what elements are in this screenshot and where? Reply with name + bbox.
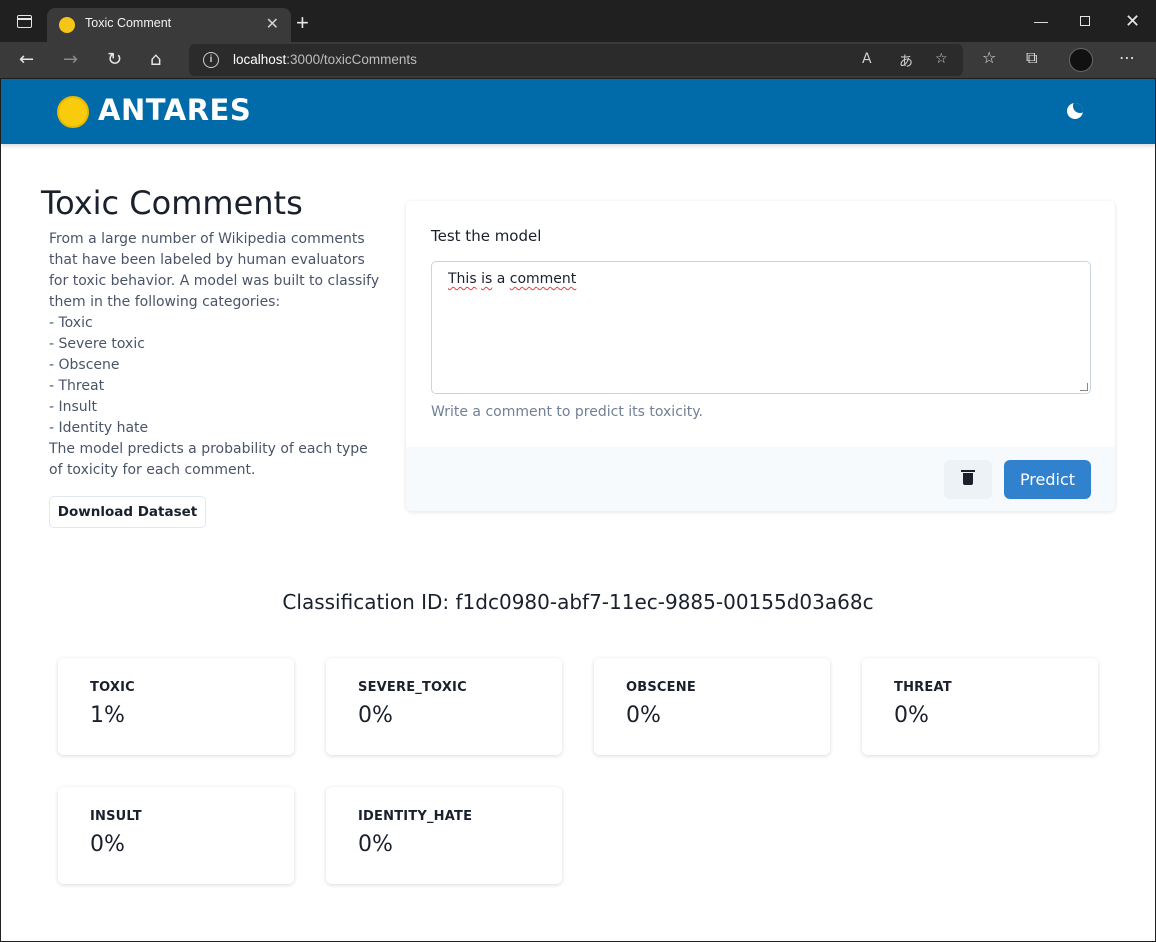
translate-icon[interactable]: あ (899, 51, 913, 71)
comment-word: comment (509, 271, 577, 287)
description-line: that have been labeled by human evaluato… (49, 252, 365, 268)
description-line: - Identity hate (49, 420, 149, 436)
result-label: SEVERE_TOXIC (358, 680, 467, 695)
comment-text: This is a comment (448, 271, 576, 287)
tab-actions-icon[interactable] (17, 15, 32, 28)
description-line: - Threat (49, 378, 105, 394)
forward-arrow-icon[interactable]: → (63, 48, 78, 72)
page-title: Toxic Comments (41, 184, 303, 222)
maximize-button[interactable] (1080, 16, 1090, 26)
app-header: ANTARES (1, 79, 1155, 144)
page-viewport: ANTARES Toxic Comments From a large numb… (1, 79, 1155, 941)
comment-word: This (448, 271, 477, 287)
result-value: 1% (90, 703, 125, 728)
description-line: - Obscene (49, 357, 120, 373)
back-arrow-icon[interactable]: ← (19, 48, 34, 72)
dark-mode-toggle-icon[interactable] (1067, 103, 1083, 119)
minimize-button[interactable]: — (1034, 10, 1048, 32)
result-card-threat: THREAT 0% (862, 658, 1098, 755)
read-aloud-icon[interactable]: A (862, 51, 872, 67)
comment-helper-text: Write a comment to predict its toxicity. (431, 404, 704, 420)
result-card-identity-hate: IDENTITY_HATE 0% (326, 787, 562, 884)
logo-icon (57, 96, 89, 128)
result-label: OBSCENE (626, 680, 696, 695)
url-host: localhost (233, 52, 287, 67)
result-value: 0% (90, 832, 125, 857)
address-bar[interactable]: i localhost:3000/toxicComments A あ ☆ (189, 44, 963, 76)
result-card-insult: INSULT 0% (58, 787, 294, 884)
reload-icon[interactable]: ↻ (107, 48, 122, 72)
description-line: them in the following categories: (49, 294, 281, 310)
result-card-obscene: OBSCENE 0% (594, 658, 830, 755)
result-label: THREAT (894, 680, 952, 695)
resize-handle-icon[interactable] (1080, 383, 1088, 391)
tab-close-icon[interactable]: ✕ (266, 14, 279, 34)
more-menu-icon[interactable]: ⋯ (1119, 48, 1135, 67)
favorites-icon[interactable]: ☆ (982, 48, 996, 67)
card-footer: Predict (406, 447, 1115, 511)
test-model-label: Test the model (431, 227, 542, 245)
description-line: for toxic behavior. A model was built to… (49, 273, 380, 289)
comment-word: a (496, 271, 506, 287)
site-info-icon[interactable]: i (203, 52, 219, 68)
download-dataset-button[interactable]: Download Dataset (49, 496, 206, 528)
home-icon[interactable]: ⌂ (150, 48, 161, 72)
comment-textarea[interactable]: This is a comment (431, 261, 1091, 394)
new-tab-button[interactable]: + (296, 11, 309, 35)
result-label: TOXIC (90, 680, 135, 695)
description-line: - Insult (49, 399, 98, 415)
url-path: :3000/toxicComments (286, 52, 417, 67)
predict-button[interactable]: Predict (1004, 460, 1091, 499)
add-favorite-icon[interactable]: ☆ (935, 51, 948, 67)
result-value: 0% (358, 703, 393, 728)
description-line: From a large number of Wikipedia comment… (49, 231, 365, 247)
result-value: 0% (358, 832, 393, 857)
description: From a large number of Wikipedia comment… (49, 229, 384, 481)
result-card-severe-toxic: SEVERE_TOXIC 0% (326, 658, 562, 755)
collections-icon[interactable]: ⧉ (1026, 48, 1037, 68)
description-line: The model predicts a probability of each… (49, 441, 368, 457)
test-model-card: Test the model This is a comment Write a… (406, 201, 1115, 511)
favicon-icon (59, 17, 75, 33)
clear-button[interactable] (944, 460, 992, 499)
url-text[interactable]: localhost:3000/toxicComments (233, 52, 417, 67)
browser-tab[interactable]: Toxic Comment ✕ (47, 8, 291, 42)
description-line: - Severe toxic (49, 336, 145, 352)
result-label: INSULT (90, 809, 142, 824)
tab-title: Toxic Comment (85, 16, 172, 30)
description-line: of toxicity for each comment. (49, 462, 256, 478)
result-card-toxic: TOXIC 1% (58, 658, 294, 755)
browser-titlebar: Toxic Comment ✕ + — ✕ (0, 0, 1156, 42)
classification-id: Classification ID: f1dc0980-abf7-11ec-98… (282, 590, 874, 614)
description-line: - Toxic (49, 315, 93, 331)
window-close-button[interactable]: ✕ (1125, 10, 1140, 32)
profile-avatar[interactable] (1069, 48, 1093, 72)
result-value: 0% (894, 703, 929, 728)
result-label: IDENTITY_HATE (358, 809, 473, 824)
result-value: 0% (626, 703, 661, 728)
comment-word: is (481, 271, 493, 287)
brand-name: ANTARES (98, 93, 252, 127)
trash-icon (961, 470, 975, 485)
